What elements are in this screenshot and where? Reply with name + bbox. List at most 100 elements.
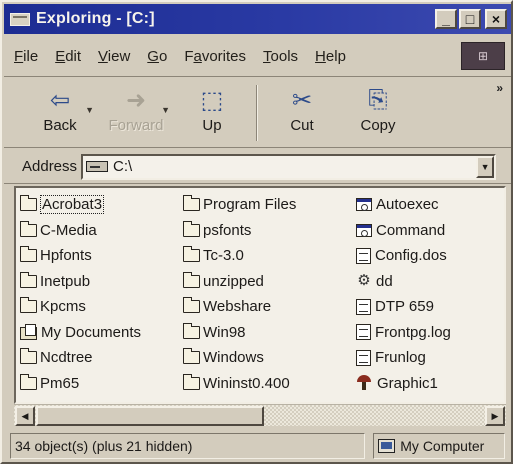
ms-dos-program-icon: [356, 223, 372, 237]
folder-icon: [183, 297, 200, 314]
back-dropdown-icon[interactable]: ▼: [85, 105, 94, 115]
folder-item[interactable]: Ncdtree: [20, 345, 141, 371]
location-status: My Computer: [373, 433, 505, 459]
file-item[interactable]: Command: [356, 218, 451, 244]
document-icon: [356, 324, 371, 341]
address-dropdown-icon[interactable]: ▼: [476, 155, 495, 178]
folder-icon: [20, 297, 37, 314]
menu-edit[interactable]: Edit: [55, 48, 81, 65]
folder-icon: [183, 373, 200, 390]
folder-item[interactable]: Tc-3.0: [183, 243, 296, 269]
file-item[interactable]: Frunlog: [356, 345, 451, 371]
folder-item[interactable]: Hpfonts: [20, 243, 141, 269]
close-button[interactable]: ×: [485, 9, 507, 29]
toolbar-more-chevron-icon[interactable]: »: [496, 81, 503, 95]
word-document-icon: [356, 298, 371, 315]
folder-icon: [20, 373, 37, 390]
address-label: Address: [22, 158, 78, 175]
address-value: C:\: [113, 158, 133, 175]
back-button[interactable]: ⇦ Back ▼: [22, 77, 98, 147]
folder-icon: [183, 246, 200, 263]
forward-button[interactable]: ➜ Forward ▼: [98, 77, 174, 147]
my-computer-icon: [378, 439, 396, 453]
folder-item[interactable]: unzipped: [183, 269, 296, 295]
my-documents-icon: [20, 324, 38, 341]
scroll-left-button[interactable]: ◀: [15, 406, 35, 426]
scroll-right-button[interactable]: ▶: [485, 406, 505, 426]
arrow-right-icon: ▶: [491, 410, 499, 421]
copy-label: Copy: [360, 117, 396, 134]
copy-icon: ⎘: [368, 86, 388, 113]
folder-item[interactable]: psfonts: [183, 218, 296, 244]
folder-item[interactable]: Win98: [183, 320, 296, 346]
cut-label: Cut: [290, 117, 314, 134]
address-input[interactable]: C:\ ▼: [81, 153, 497, 180]
graphic-file-icon: [356, 375, 372, 391]
copy-button[interactable]: ⎘ Copy: [340, 77, 416, 147]
menu-favorites[interactable]: Favorites: [184, 48, 246, 65]
file-item[interactable]: Autoexec: [356, 192, 451, 218]
folder-icon: [183, 322, 200, 339]
up-button[interactable]: ⬚ Up: [174, 77, 250, 147]
folder-icon: [20, 220, 37, 237]
toolbar-separator: [256, 85, 258, 141]
drive-icon: [86, 161, 109, 172]
folder-item[interactable]: Windows: [183, 345, 296, 371]
toolbar: ⇦ Back ▼ ➜ Forward ▼ ⬚ Up ✂ Cut ⎘ Copy »: [4, 76, 511, 148]
folder-item[interactable]: Kpcms: [20, 294, 141, 320]
menu-bar: File Edit View Go Favorites Tools Help ⊞: [4, 38, 511, 74]
title-bar[interactable]: Exploring - [C:] _ □ ×: [4, 4, 511, 34]
folder-icon: [183, 348, 200, 365]
menu-view[interactable]: View: [98, 48, 130, 65]
menu-go[interactable]: Go: [147, 48, 167, 65]
file-item[interactable]: Config.dos: [356, 243, 451, 269]
forward-label: Forward: [108, 117, 164, 134]
up-folder-icon: ⬚: [200, 86, 224, 114]
file-item[interactable]: Frontpg.log: [356, 320, 451, 346]
menu-file[interactable]: File: [14, 48, 38, 65]
batch-file-icon: [356, 198, 372, 212]
folder-icon: [183, 271, 200, 288]
status-bar: 34 object(s) (plus 21 hidden) My Compute…: [4, 430, 511, 462]
folder-item[interactable]: Acrobat3: [20, 192, 141, 218]
file-column-3: Autoexec Command Config.dos ⚙ dd DTP 659 …: [356, 192, 451, 396]
folder-icon: [183, 220, 200, 237]
forward-arrow-icon: ➜: [125, 86, 147, 114]
folder-item[interactable]: Wininst0.400: [183, 371, 296, 397]
address-bar: Address C:\ ▼: [4, 150, 511, 184]
horizontal-scrollbar[interactable]: ◀ ▶: [14, 404, 506, 426]
windows-logo-icon: ⊞: [461, 42, 505, 70]
scroll-thumb[interactable]: [36, 406, 264, 426]
folder-item[interactable]: Pm65: [20, 371, 141, 397]
settings-file-icon: ⚙: [357, 272, 371, 290]
forward-dropdown-icon[interactable]: ▼: [161, 105, 170, 115]
back-label: Back: [43, 117, 77, 134]
folder-icon: [20, 348, 37, 365]
file-item[interactable]: ⚙ dd: [356, 269, 451, 295]
menu-help[interactable]: Help: [315, 48, 346, 65]
folder-item[interactable]: C-Media: [20, 218, 141, 244]
file-column-2: Program Files psfonts Tc-3.0 unzipped We…: [183, 192, 296, 396]
explorer-window-icon[interactable]: [10, 12, 30, 26]
explorer-window: Exploring - [C:] _ □ × File Edit View Go…: [0, 0, 513, 464]
file-list-pane[interactable]: Acrobat3 C-Media Hpfonts Inetpub Kpcms M…: [14, 186, 506, 404]
minimize-button[interactable]: _: [435, 9, 457, 29]
file-item[interactable]: Graphic1: [356, 371, 451, 397]
folder-icon: [20, 271, 37, 288]
object-count-status: 34 object(s) (plus 21 hidden): [10, 433, 366, 459]
file-item[interactable]: DTP 659: [356, 294, 451, 320]
folder-item[interactable]: Inetpub: [20, 269, 141, 295]
folder-item[interactable]: Program Files: [183, 192, 296, 218]
maximize-button[interactable]: □: [459, 9, 481, 29]
folder-icon: [20, 246, 37, 263]
scissors-icon: ✂: [291, 86, 313, 114]
document-icon: [356, 247, 371, 264]
folder-item[interactable]: My Documents: [20, 320, 141, 346]
cut-button[interactable]: ✂ Cut: [264, 77, 340, 147]
folder-icon: [183, 195, 200, 212]
window-title: Exploring - [C:]: [36, 10, 155, 27]
window-controls: _ □ ×: [435, 9, 507, 29]
folder-item[interactable]: Webshare: [183, 294, 296, 320]
menu-tools[interactable]: Tools: [263, 48, 298, 65]
text-file-icon: [356, 349, 371, 366]
